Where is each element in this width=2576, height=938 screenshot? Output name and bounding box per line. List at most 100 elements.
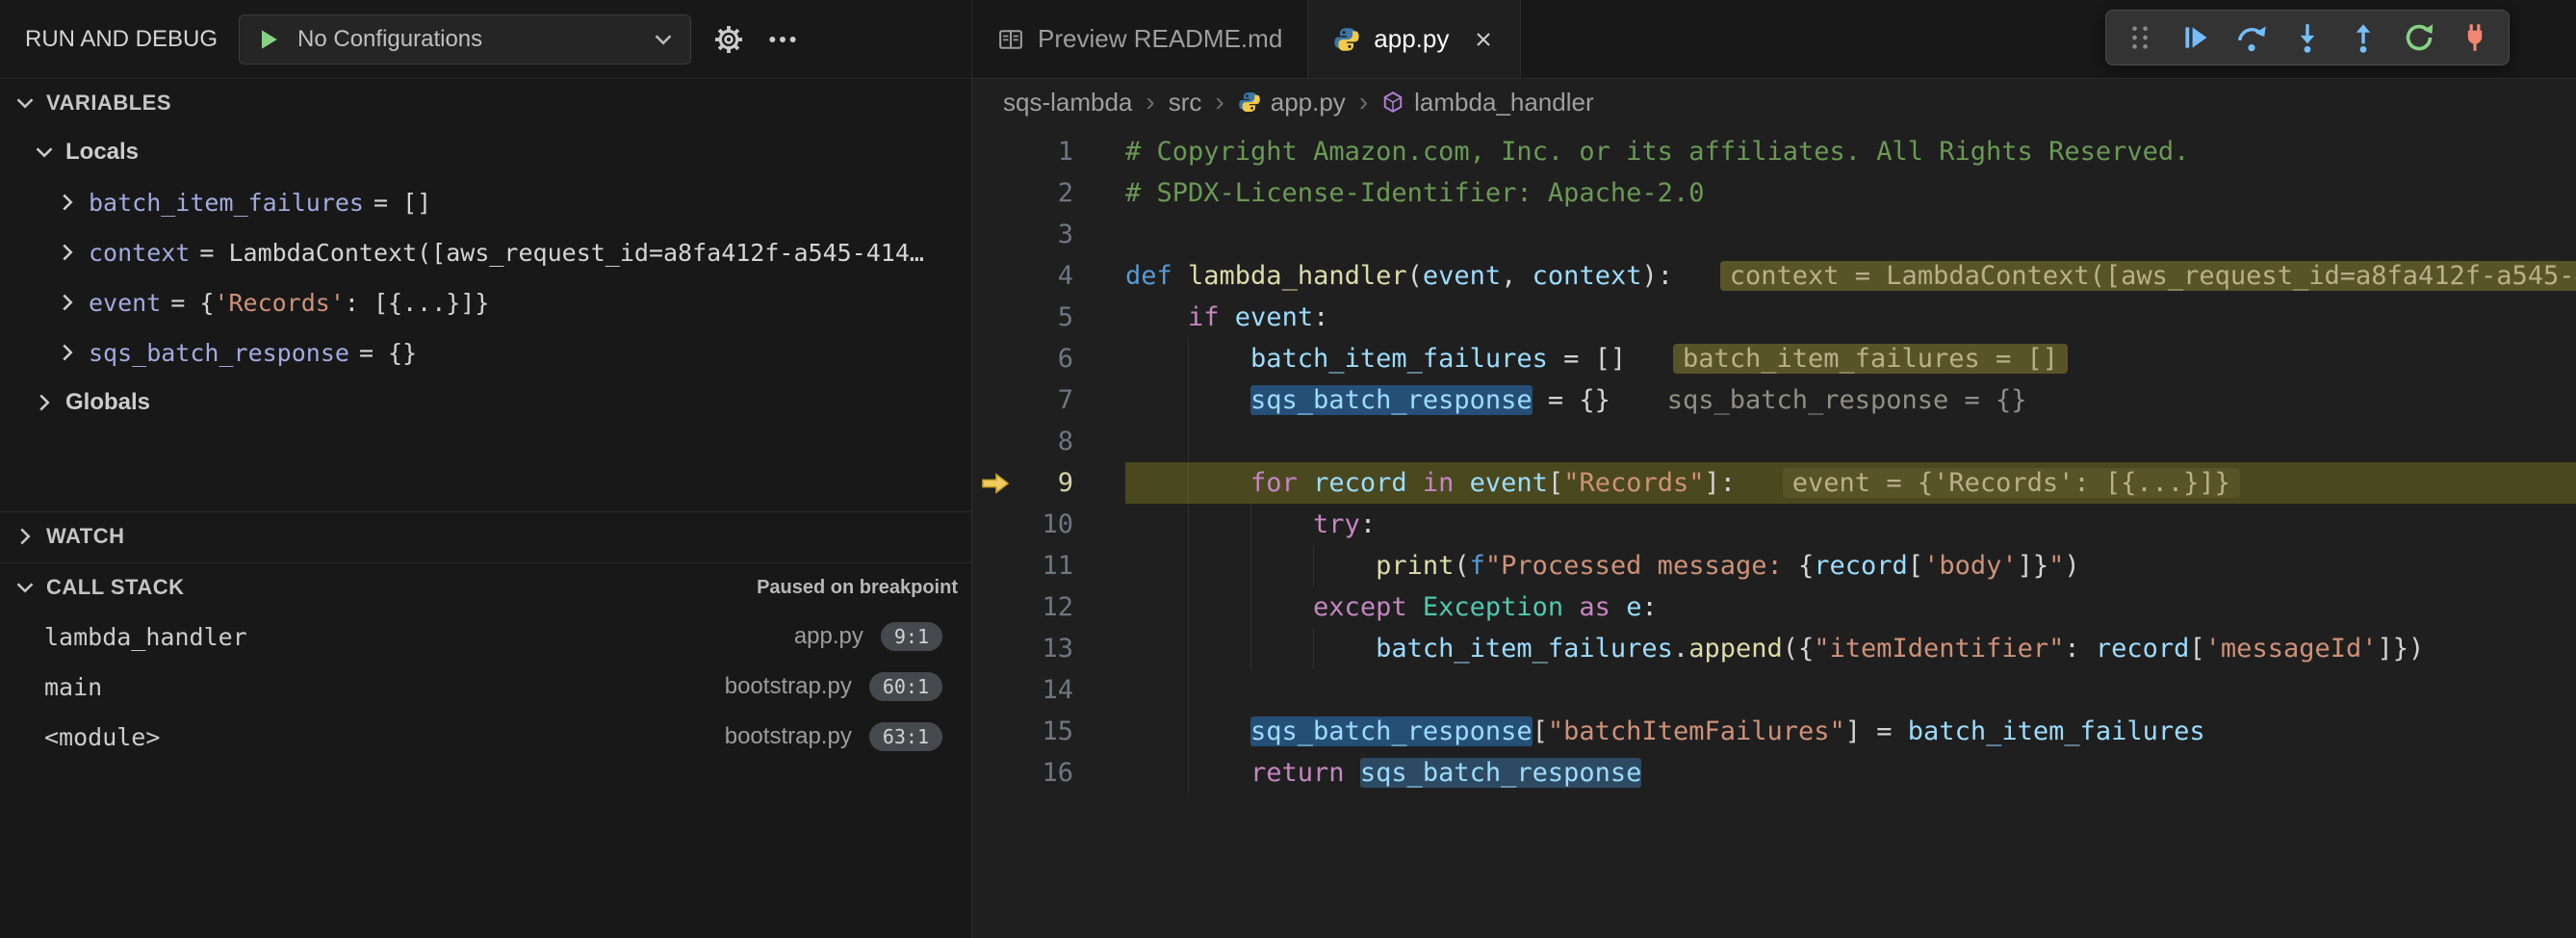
indent-guide <box>1250 586 1313 628</box>
chevron-down-icon <box>33 141 56 164</box>
variables-section-header[interactable]: VARIABLES <box>0 79 971 127</box>
variable-row-event[interactable]: event= {'Records': [{...}]} <box>0 277 971 327</box>
step-over-button[interactable] <box>2226 13 2278 62</box>
line-content <box>1125 214 2576 255</box>
variable-value: = {'Records': [{...}]} <box>170 289 489 317</box>
code-line-14[interactable]: 14 <box>972 669 2576 711</box>
breadcrumb[interactable]: sqs-lambda›src›app.py›lambda_handler <box>972 79 2576 125</box>
more-actions-icon[interactable] <box>766 23 799 56</box>
variables-section: VARIABLES Locals batch_item_failures= []c… <box>0 79 971 511</box>
stack-frame[interactable]: lambda_handlerapp.py9:1 <box>0 612 971 662</box>
debug-restart-icon <box>2403 21 2435 54</box>
gutter[interactable]: 13 <box>972 628 1125 669</box>
start-debugging-icon[interactable] <box>255 26 282 53</box>
call-stack-frames: lambda_handlerapp.py9:1mainbootstrap.py6… <box>0 612 971 762</box>
gutter[interactable]: 14 <box>972 669 1125 711</box>
code-line-10[interactable]: 10try: <box>972 504 2576 545</box>
breadcrumb-item-sqs-lambda[interactable]: sqs-lambda <box>1003 88 1132 117</box>
drag-handle[interactable] <box>2114 13 2166 62</box>
call-stack-section-header[interactable]: CALL STACK Paused on breakpoint <box>0 563 971 612</box>
continue-button[interactable] <box>2170 13 2222 62</box>
gutter[interactable]: 7 <box>972 379 1125 421</box>
inline-debug-value: context = LambdaContext([aws_request_id=… <box>1720 261 2576 291</box>
gutter[interactable]: 8 <box>972 421 1125 462</box>
variables-tree: Locals batch_item_failures= []context= La… <box>0 127 971 428</box>
chevron-right-icon <box>56 241 79 264</box>
indent-guide <box>1188 711 1250 752</box>
line-content: batch_item_failures.append({"itemIdentif… <box>1125 628 2576 669</box>
indent-guide <box>1188 752 1250 794</box>
step-into-button[interactable] <box>2281 13 2333 62</box>
gear-icon[interactable] <box>712 23 745 56</box>
gutter[interactable]: 2 <box>972 172 1125 214</box>
variable-row-batch_item_failures[interactable]: batch_item_failures= [] <box>0 177 971 227</box>
frame-position-badge: 63:1 <box>869 722 942 751</box>
code-line-7[interactable]: 7sqs_batch_response = {}sqs_batch_respon… <box>972 379 2576 421</box>
code-line-2[interactable]: 2# SPDX-License-Identifier: Apache-2.0 <box>972 172 2576 214</box>
tab-preview-readme-md[interactable]: Preview README.md <box>972 0 1308 78</box>
chevron-down-icon <box>13 576 37 599</box>
gutter[interactable]: 6 <box>972 338 1125 379</box>
gutter[interactable]: 1 <box>972 131 1125 172</box>
line-number: 6 <box>1018 338 1125 379</box>
gutter[interactable]: 16 <box>972 752 1125 794</box>
breadcrumb-item-lambda-handler[interactable]: lambda_handler <box>1381 88 1593 117</box>
chevron-down-icon <box>652 28 675 51</box>
gutter[interactable]: 4 <box>972 255 1125 297</box>
code-editor[interactable]: 1# Copyright Amazon.com, Inc. or its aff… <box>972 125 2576 938</box>
breadcrumb-separator: › <box>1146 87 1154 117</box>
scope-locals-label: Locals <box>65 139 139 166</box>
indent-guide <box>1188 462 1250 504</box>
code-line-1[interactable]: 1# Copyright Amazon.com, Inc. or its aff… <box>972 131 2576 172</box>
debug-toolbar[interactable] <box>2105 10 2510 65</box>
line-number: 1 <box>1018 131 1125 172</box>
code-line-3[interactable]: 3 <box>972 214 2576 255</box>
indent-guide <box>1188 504 1250 545</box>
line-number: 13 <box>1018 628 1125 669</box>
code-line-5[interactable]: 5if event: <box>972 297 2576 338</box>
gutter[interactable]: 9 <box>972 462 1125 504</box>
variable-name: batch_item_failures <box>89 189 364 217</box>
variables-header-label: VARIABLES <box>46 91 171 116</box>
indent-guide <box>1125 628 1188 669</box>
watch-section-header[interactable]: WATCH <box>0 512 971 560</box>
code-line-12[interactable]: 12except Exception as e: <box>972 586 2576 628</box>
stack-frame[interactable]: mainbootstrap.py60:1 <box>0 662 971 712</box>
breadcrumb-item-app-py[interactable]: app.py <box>1238 88 1346 117</box>
python-icon <box>1238 91 1261 114</box>
gutter[interactable]: 11 <box>972 545 1125 586</box>
indent-guide <box>1125 421 1188 462</box>
tab-app-py[interactable]: app.py <box>1308 0 1521 78</box>
variable-row-context[interactable]: context= LambdaContext([aws_request_id=a… <box>0 227 971 277</box>
code-line-4[interactable]: 4def lambda_handler(event, context):cont… <box>972 255 2576 297</box>
indent-guide <box>1125 504 1188 545</box>
scope-globals[interactable]: Globals <box>0 378 971 428</box>
indent-guide <box>1250 545 1313 586</box>
debug-config-dropdown[interactable]: No Configurations <box>239 14 691 65</box>
gutter[interactable]: 15 <box>972 711 1125 752</box>
code-line-16[interactable]: 16return sqs_batch_response <box>972 752 2576 794</box>
gutter[interactable]: 10 <box>972 504 1125 545</box>
scope-locals[interactable]: Locals <box>0 127 971 177</box>
code-line-11[interactable]: 11print(f"Processed message: {record['bo… <box>972 545 2576 586</box>
step-out-button[interactable] <box>2337 13 2389 62</box>
code-line-13[interactable]: 13batch_item_failures.append({"itemIdent… <box>972 628 2576 669</box>
code-line-6[interactable]: 6batch_item_failures = []batch_item_fail… <box>972 338 2576 379</box>
stack-frame[interactable]: <module>bootstrap.py63:1 <box>0 712 971 762</box>
gutter[interactable]: 5 <box>972 297 1125 338</box>
debug-continue-icon <box>2179 21 2212 54</box>
disconnect-button[interactable] <box>2449 13 2501 62</box>
variable-row-sqs_batch_response[interactable]: sqs_batch_response= {} <box>0 327 971 378</box>
code-line-15[interactable]: 15sqs_batch_response["batchItemFailures"… <box>972 711 2576 752</box>
line-content: batch_item_failures = []batch_item_failu… <box>1125 338 2576 379</box>
gutter[interactable]: 12 <box>972 586 1125 628</box>
code-line-8[interactable]: 8 <box>972 421 2576 462</box>
code-line-9[interactable]: 9for record in event["Records"]:event = … <box>972 462 2576 504</box>
markdown-preview-icon <box>997 26 1024 53</box>
frame-name: main <box>44 673 708 701</box>
restart-button[interactable] <box>2393 13 2445 62</box>
gutter[interactable]: 3 <box>972 214 1125 255</box>
line-number: 12 <box>1018 586 1125 628</box>
current-line-arrow-icon <box>972 468 1018 499</box>
breadcrumb-item-src[interactable]: src <box>1169 88 1202 117</box>
